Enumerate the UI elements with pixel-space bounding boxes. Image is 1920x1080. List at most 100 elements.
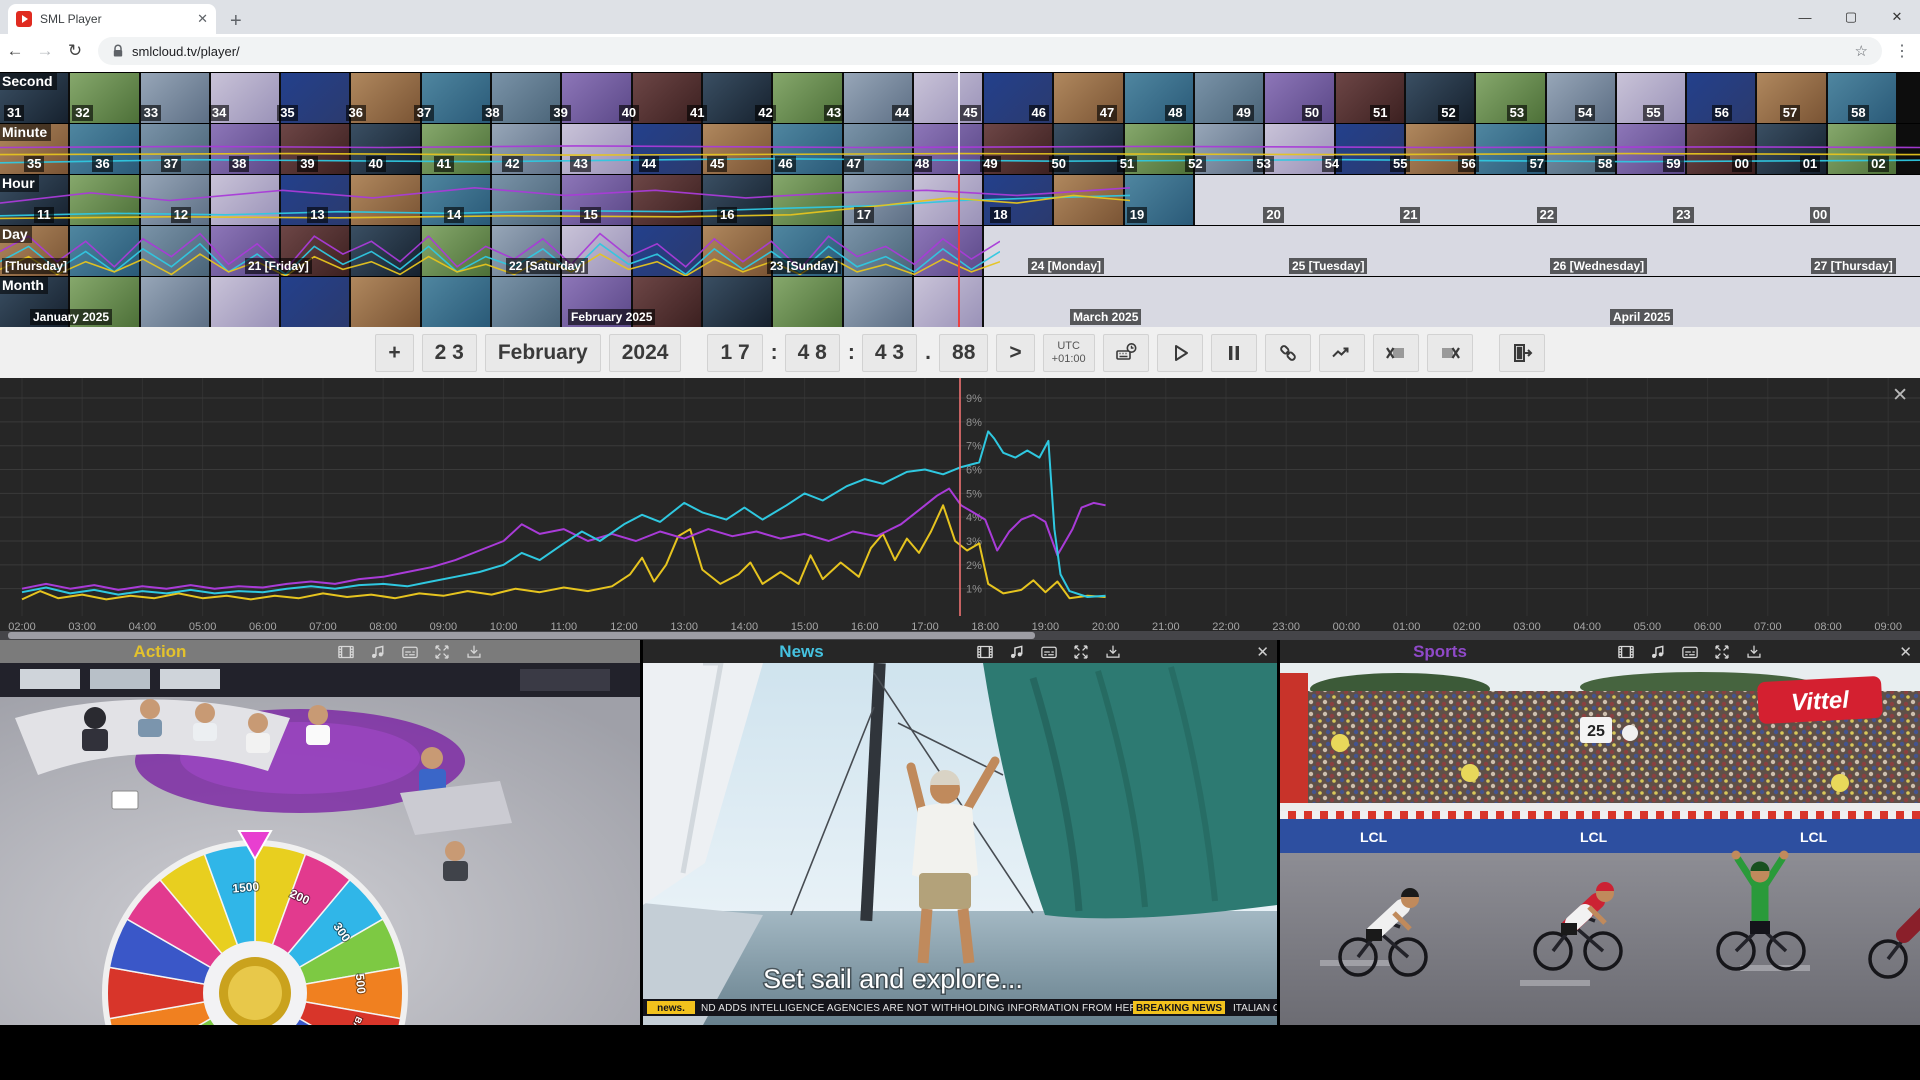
chart-scrollbar[interactable] bbox=[0, 631, 1920, 640]
sports-close-icon[interactable]: ✕ bbox=[1899, 643, 1912, 661]
seconds-spinner[interactable]: 4 3 bbox=[862, 334, 917, 372]
music-icon[interactable] bbox=[1007, 642, 1026, 661]
timeline-thumbnail[interactable] bbox=[703, 277, 771, 327]
timeline-thumbnail[interactable] bbox=[773, 277, 841, 327]
frames-spinner[interactable]: 88 bbox=[939, 334, 988, 372]
timeline-row-second[interactable]: Second3132333435363738394041424344454647… bbox=[0, 72, 1920, 123]
timeline-cell-label: 18 bbox=[990, 207, 1010, 223]
step-forward-button[interactable]: > bbox=[996, 334, 1034, 372]
timeline-thumbnail[interactable] bbox=[351, 226, 419, 276]
music-icon[interactable] bbox=[368, 642, 387, 661]
download-icon[interactable] bbox=[1744, 642, 1763, 661]
action-video-panel[interactable]: 1500200300500BANKRUT bbox=[0, 663, 640, 1025]
minutes-spinner[interactable]: 4 8 bbox=[785, 334, 840, 372]
browser-tab[interactable]: SML Player ✕ bbox=[8, 4, 216, 34]
news-close-icon[interactable]: ✕ bbox=[1256, 643, 1269, 661]
mark-out-button[interactable] bbox=[1427, 334, 1473, 372]
timezone-button[interactable]: UTC +01:00 bbox=[1043, 334, 1095, 372]
sponsor-sign-text: Vittel bbox=[1790, 686, 1850, 716]
chart-close-icon[interactable]: ✕ bbox=[1892, 384, 1908, 407]
set-time-button[interactable] bbox=[1103, 334, 1149, 372]
film-icon[interactable] bbox=[1616, 642, 1635, 661]
exit-button[interactable] bbox=[1499, 334, 1545, 372]
timeline-thumbnail[interactable] bbox=[633, 226, 701, 276]
timeline-thumbnail[interactable] bbox=[492, 175, 560, 225]
play-button[interactable] bbox=[1157, 334, 1203, 372]
captions-icon[interactable] bbox=[1039, 642, 1058, 661]
day-spinner[interactable]: 2 3 bbox=[422, 334, 477, 372]
news-video-panel[interactable]: Set sail and explore... news. ND ADDS IN… bbox=[643, 663, 1277, 1025]
bookmark-star-icon[interactable]: ☆ bbox=[1855, 42, 1868, 60]
film-icon[interactable] bbox=[975, 642, 994, 661]
timeline-thumbnail[interactable] bbox=[844, 277, 912, 327]
maximize-button[interactable]: ▢ bbox=[1828, 0, 1874, 34]
fullscreen-icon[interactable] bbox=[432, 642, 451, 661]
timeline-thumbnail[interactable] bbox=[70, 175, 138, 225]
timeline-thumbnail[interactable] bbox=[844, 226, 912, 276]
timeline-thumbnail[interactable] bbox=[211, 175, 279, 225]
music-icon[interactable] bbox=[1648, 642, 1667, 661]
mark-in-button[interactable] bbox=[1373, 334, 1419, 372]
month-spinner[interactable]: February bbox=[485, 334, 601, 372]
sports-channel-title: Sports bbox=[1413, 642, 1467, 662]
timeline-thumbnail[interactable] bbox=[141, 277, 209, 327]
timeline-thumbnail[interactable] bbox=[211, 277, 279, 327]
timeline-row-day[interactable]: Day[Thursday]21 [Friday]22 [Saturday]23 … bbox=[0, 225, 1920, 276]
timeline-cell-label: 48 bbox=[912, 156, 932, 172]
sports-video-panel[interactable]: Vittel 25 LCL LCL LCL bbox=[1280, 663, 1920, 1025]
timeline-thumbnail[interactable] bbox=[703, 226, 771, 276]
url-text[interactable]: smlcloud.tv/player/ bbox=[132, 44, 1847, 59]
timeline-cell-label: 25 [Tuesday] bbox=[1289, 258, 1367, 274]
year-spinner[interactable]: 2024 bbox=[609, 334, 682, 372]
address-bar[interactable]: smlcloud.tv/player/ ☆ bbox=[98, 37, 1882, 65]
reload-button[interactable]: ↻ bbox=[60, 41, 90, 61]
timeline-thumbnail[interactable] bbox=[492, 277, 560, 327]
metrics-toggle-button[interactable] bbox=[1319, 334, 1365, 372]
timeline-thumbnail[interactable] bbox=[422, 124, 490, 174]
tab-close-icon[interactable]: ✕ bbox=[197, 11, 208, 27]
minimize-button[interactable]: — bbox=[1782, 0, 1828, 34]
metrics-chart-canvas[interactable]: 02:0003:0004:0005:0006:0007:0008:0009:00… bbox=[0, 378, 1920, 640]
forward-button[interactable]: → bbox=[30, 41, 60, 61]
download-icon[interactable] bbox=[464, 642, 483, 661]
timeline-thumbnail[interactable] bbox=[422, 226, 490, 276]
timeline-thumbnail[interactable] bbox=[281, 277, 349, 327]
browser-menu-icon[interactable]: ⋮ bbox=[1894, 41, 1910, 61]
timeline-thumbnail[interactable] bbox=[1265, 73, 1333, 123]
fullscreen-icon[interactable] bbox=[1071, 642, 1090, 661]
hours-spinner[interactable]: 1 7 bbox=[707, 334, 762, 372]
timeline-thumbnail[interactable] bbox=[422, 277, 490, 327]
captions-icon[interactable] bbox=[1680, 642, 1699, 661]
timeline-cell-label: 44 bbox=[892, 105, 912, 121]
timeline-cell-label: 37 bbox=[414, 105, 434, 121]
timeline-thumbnail[interactable] bbox=[351, 175, 419, 225]
timeline-cell-label: 32 bbox=[72, 105, 92, 121]
timeline-thumbnail[interactable] bbox=[914, 277, 982, 327]
metrics-chart[interactable]: 02:0003:0004:0005:0006:0007:0008:0009:00… bbox=[0, 378, 1920, 640]
timeline-thumbnail[interactable] bbox=[1054, 175, 1122, 225]
timeline-row-month[interactable]: MonthJanuary 2025February 2025March 2025… bbox=[0, 276, 1920, 327]
timeline-thumbnail[interactable] bbox=[633, 175, 701, 225]
share-link-button[interactable] bbox=[1265, 334, 1311, 372]
timeline-thumbnail[interactable] bbox=[914, 175, 982, 225]
timeline-row-minute[interactable]: Minute3536373839404142434445464748495051… bbox=[0, 123, 1920, 174]
timeline-thumbnail[interactable] bbox=[70, 226, 138, 276]
timeline-row-hour[interactable]: Hour1112131415161718192021222300 bbox=[0, 174, 1920, 225]
timeline-thumbnail[interactable] bbox=[351, 277, 419, 327]
timeline-strips[interactable]: Second3132333435363738394041424344454647… bbox=[0, 72, 1920, 327]
timeline-cell-label: 47 bbox=[1097, 105, 1117, 121]
film-icon[interactable] bbox=[336, 642, 355, 661]
timeline-empty-region[interactable] bbox=[984, 226, 1920, 276]
chart-scrollbar-thumb[interactable] bbox=[8, 632, 1035, 639]
timeline-thumbnail[interactable] bbox=[773, 175, 841, 225]
fullscreen-icon[interactable] bbox=[1712, 642, 1731, 661]
timeline-thumbnail[interactable] bbox=[141, 226, 209, 276]
new-tab-button[interactable]: + bbox=[230, 14, 242, 28]
captions-icon[interactable] bbox=[400, 642, 419, 661]
pause-button[interactable] bbox=[1211, 334, 1257, 372]
back-button[interactable]: ← bbox=[0, 41, 30, 61]
timeline-thumbnail[interactable] bbox=[914, 226, 982, 276]
zoom-in-button[interactable]: + bbox=[375, 334, 413, 372]
window-close-button[interactable]: ✕ bbox=[1874, 0, 1920, 34]
download-icon[interactable] bbox=[1103, 642, 1122, 661]
